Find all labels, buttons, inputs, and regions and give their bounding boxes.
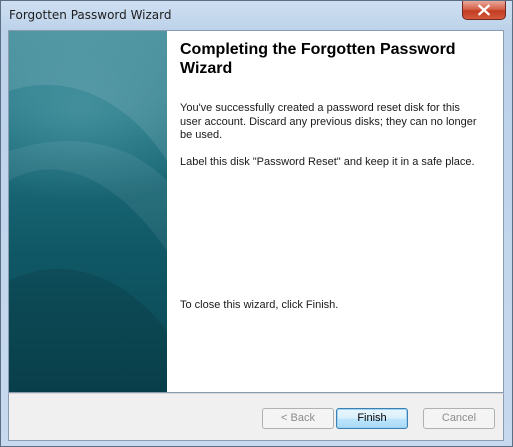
title-bar[interactable]: Forgotten Password Wizard bbox=[1, 1, 512, 30]
cancel-button[interactable]: Cancel bbox=[423, 408, 495, 429]
close-icon bbox=[478, 4, 490, 16]
success-message: You've successfully created a password r… bbox=[180, 102, 477, 141]
window-title: Forgotten Password Wizard bbox=[9, 8, 172, 22]
wizard-button-bar: < Back Finish Cancel bbox=[8, 393, 504, 441]
wizard-window: Forgotten Password Wizard Completing the… bbox=[0, 0, 513, 447]
finish-button[interactable]: Finish bbox=[336, 408, 408, 429]
back-button[interactable]: < Back bbox=[262, 408, 334, 429]
wizard-heading: Completing the Forgotten Password Wizard bbox=[180, 41, 456, 77]
close-button[interactable] bbox=[462, 1, 506, 20]
wizard-client-area: Completing the Forgotten Password Wizard… bbox=[8, 30, 504, 393]
banner-swoosh-graphic bbox=[9, 31, 167, 392]
label-instruction: Label this disk "Password Reset" and kee… bbox=[180, 156, 475, 168]
close-instruction: To close this wizard, click Finish. bbox=[180, 299, 339, 311]
wizard-banner bbox=[9, 31, 167, 392]
